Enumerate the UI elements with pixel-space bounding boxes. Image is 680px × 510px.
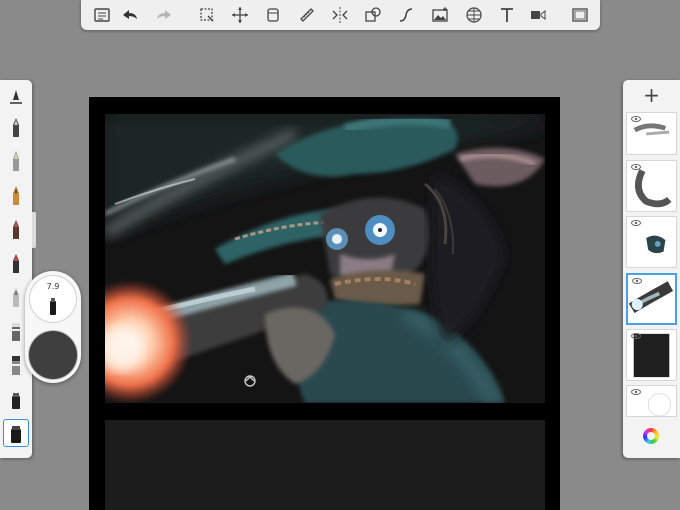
- brush-size-control[interactable]: 7.9: [29, 275, 77, 323]
- fullscreen-icon[interactable]: [569, 4, 591, 26]
- top-toolbar: [81, 0, 600, 30]
- sync-icon[interactable]: [243, 374, 257, 388]
- canvas-lower-area[interactable]: [105, 420, 545, 510]
- layer-3[interactable]: [626, 216, 677, 268]
- brush-color-control[interactable]: [29, 331, 77, 379]
- layer-visibility-icon[interactable]: [631, 116, 641, 122]
- brush-palette: [0, 80, 32, 458]
- transform-icon[interactable]: [229, 4, 251, 26]
- selected-brush-icon[interactable]: [3, 419, 29, 447]
- canvas-frame: [89, 97, 560, 510]
- layer-1[interactable]: [626, 112, 677, 155]
- add-layer-button[interactable]: +: [623, 80, 680, 110]
- curve-icon[interactable]: [395, 4, 417, 26]
- symmetry-icon[interactable]: [329, 4, 351, 26]
- brush-library-icon[interactable]: [3, 84, 29, 112]
- stack-icon[interactable]: [262, 4, 284, 26]
- layer-visibility-icon[interactable]: [631, 389, 641, 395]
- image-icon[interactable]: [429, 4, 451, 26]
- layer-visibility-icon[interactable]: [631, 164, 641, 170]
- layer-2[interactable]: [626, 160, 677, 212]
- shapes-icon[interactable]: [362, 4, 384, 26]
- layer-visibility-icon[interactable]: [632, 278, 642, 284]
- palette-scroll-handle[interactable]: [32, 212, 36, 248]
- layer-visibility-icon[interactable]: [631, 333, 641, 339]
- brush-size-value: 7.9: [46, 282, 60, 291]
- text-icon[interactable]: [496, 4, 518, 26]
- redo-icon[interactable]: [153, 4, 175, 26]
- menu-icon[interactable]: [91, 4, 113, 26]
- perspective-icon[interactable]: [463, 4, 485, 26]
- layer-visibility-icon[interactable]: [631, 220, 641, 226]
- layer-5[interactable]: [626, 329, 677, 381]
- pencil-icon[interactable]: [3, 147, 29, 175]
- layers-panel: +: [623, 80, 680, 458]
- felt-pen-icon[interactable]: [3, 385, 29, 413]
- brush-nib-icon: [50, 298, 56, 315]
- brush-puck[interactable]: 7.9: [25, 271, 81, 383]
- selection-icon[interactable]: [196, 4, 218, 26]
- color-wheel-icon[interactable]: [643, 428, 659, 444]
- airbrush-icon[interactable]: [3, 249, 29, 277]
- layer-4-selected[interactable]: [626, 273, 677, 325]
- undo-icon[interactable]: [119, 4, 141, 26]
- ruler-icon[interactable]: [296, 4, 318, 26]
- ballpoint-pen-icon[interactable]: [3, 113, 29, 141]
- video-icon[interactable]: [527, 4, 549, 26]
- fine-pencil-icon[interactable]: [3, 181, 29, 209]
- canvas-artwork[interactable]: [105, 114, 545, 403]
- marker-icon[interactable]: [3, 215, 29, 243]
- background-layer[interactable]: [626, 385, 677, 417]
